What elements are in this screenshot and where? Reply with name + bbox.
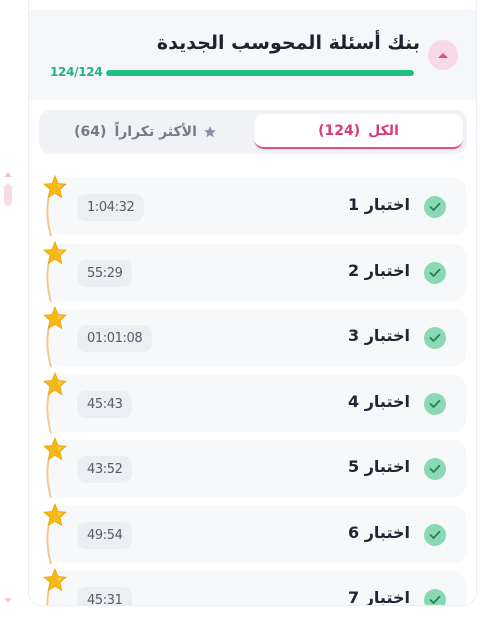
exam-title: اختبار 6 bbox=[347, 522, 410, 542]
panel-title: بنك أسئلة المحوسب الجديدة bbox=[156, 32, 420, 54]
star-ribbon-icon bbox=[41, 174, 75, 244]
question-bank-panel: بنك أسئلة المحوسب الجديدة 124/124 الكل (… bbox=[28, 0, 477, 606]
star-ribbon-icon bbox=[41, 567, 75, 605]
completed-check-icon bbox=[424, 458, 446, 480]
exam-title: اختبار 4 bbox=[347, 391, 410, 411]
exam-title: اختبار 2 bbox=[347, 260, 410, 280]
exam-row[interactable]: اختبار 1 1:04:32 bbox=[43, 174, 466, 237]
completed-check-icon bbox=[424, 523, 446, 546]
exam-title: اختبار 1 bbox=[347, 195, 410, 214]
star-icon bbox=[203, 125, 217, 139]
chevron-up-icon bbox=[436, 50, 450, 60]
scroll-up-indicator[interactable] bbox=[2, 170, 14, 210]
collapse-button[interactable] bbox=[428, 40, 458, 70]
exam-time-badge: 1:04:32 bbox=[77, 194, 145, 221]
star-ribbon-icon bbox=[41, 371, 75, 441]
completed-check-icon bbox=[424, 589, 446, 605]
tab-all-label: الكل bbox=[368, 122, 399, 139]
exam-time-badge: 45:31 bbox=[77, 587, 133, 605]
progress-fill bbox=[106, 70, 414, 76]
completed-check-icon bbox=[424, 392, 446, 415]
exam-time-badge: 01:01:08 bbox=[77, 325, 153, 352]
star-ribbon-icon bbox=[41, 502, 75, 572]
star-ribbon-icon bbox=[41, 240, 75, 310]
exam-time-badge: 55:29 bbox=[77, 259, 133, 287]
scroll-down-indicator[interactable] bbox=[3, 590, 13, 603]
tab-most-frequent[interactable]: الأكثر تكراراً (64) bbox=[43, 114, 248, 149]
tab-most-frequent-count: (64) bbox=[74, 123, 107, 140]
exam-title: اختبار 5 bbox=[347, 457, 410, 476]
exam-title: اختبار 3 bbox=[347, 326, 410, 345]
exam-row[interactable]: اختبار 2 55:29 bbox=[43, 240, 466, 302]
exam-time-badge: 49:54 bbox=[77, 521, 133, 549]
exam-title: اختبار 7 bbox=[347, 588, 410, 606]
tab-most-frequent-label: الأكثر تكراراً bbox=[114, 123, 197, 140]
exam-row[interactable]: اختبار 4 45:43 bbox=[43, 371, 466, 433]
panel-header[interactable]: بنك أسئلة المحوسب الجديدة 124/124 bbox=[29, 10, 476, 100]
completed-check-icon bbox=[424, 327, 446, 349]
star-ribbon-icon bbox=[41, 436, 75, 506]
exam-row[interactable]: اختبار 5 43:52 bbox=[43, 436, 466, 499]
exam-row[interactable]: اختبار 3 01:01:08 bbox=[43, 305, 466, 368]
exam-row[interactable]: اختبار 6 49:54 bbox=[43, 502, 466, 564]
completed-check-icon bbox=[424, 261, 446, 284]
exam-time-badge: 43:52 bbox=[77, 456, 133, 483]
exam-time-badge: 45:43 bbox=[77, 390, 133, 418]
star-ribbon-icon bbox=[41, 305, 75, 375]
progress-bar bbox=[106, 70, 414, 76]
tab-all-count: (124) bbox=[318, 122, 361, 139]
progress-label: 124/124 bbox=[50, 65, 103, 79]
tab-all[interactable]: الكل (124) bbox=[254, 114, 463, 149]
filter-tabs: الكل (124) الأكثر تكراراً (64) bbox=[39, 110, 467, 154]
exam-row[interactable]: اختبار 7 45:31 bbox=[43, 567, 466, 606]
completed-check-icon bbox=[424, 196, 446, 218]
